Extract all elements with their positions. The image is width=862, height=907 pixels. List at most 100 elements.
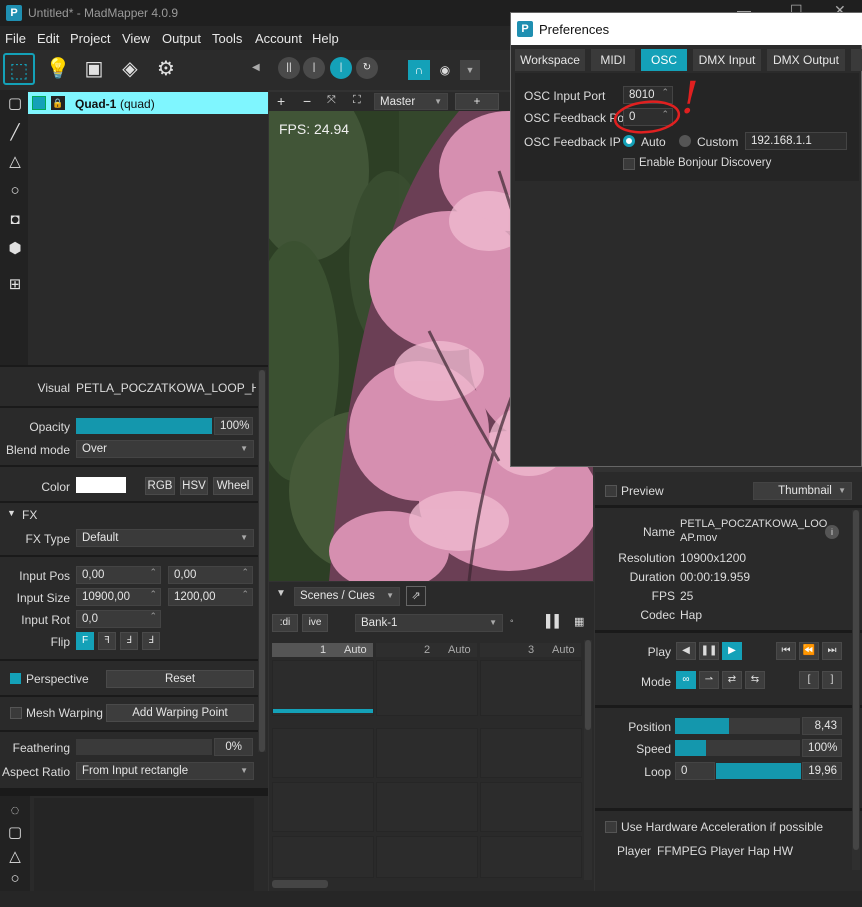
bank-dropdown[interactable]: Bank-1 <box>355 614 503 632</box>
mask-circle-icon[interactable]: ◌ <box>4 800 26 822</box>
menu-help[interactable]: Help <box>312 31 339 46</box>
tab-more[interactable] <box>851 49 862 71</box>
flip-v-button[interactable]: Ⅎ <box>120 632 138 650</box>
add-output-button[interactable]: + <box>455 93 499 110</box>
wheel-button[interactable]: Wheel <box>213 477 253 495</box>
cue-column-1-header[interactable]: 1 Auto <box>272 643 373 657</box>
mesh-warping-checkbox[interactable] <box>10 707 22 719</box>
tab-dmx-input[interactable]: DMX Input <box>693 49 761 71</box>
mask-ellipse-icon[interactable]: ○ <box>4 868 26 890</box>
play-backward-icon[interactable]: ◀ <box>676 642 696 660</box>
popout-icon[interactable]: ⇗ <box>406 586 426 606</box>
mask-triangle-icon[interactable]: △ <box>4 846 26 868</box>
visual-value[interactable]: PETLA_POCZATKOWA_LOOP_HAP.m <box>76 381 256 395</box>
cue-cell[interactable] <box>376 836 478 878</box>
fx-collapse-icon[interactable]: ▼ <box>7 508 16 518</box>
hw-accel-checkbox[interactable] <box>605 821 617 833</box>
input-pos-y[interactable]: 0,00 <box>168 566 253 584</box>
cue-cell[interactable] <box>376 782 478 832</box>
magnet-icon[interactable]: ∩ <box>408 60 430 80</box>
loop-mode-icon[interactable]: ∞ <box>676 671 696 689</box>
menu-file[interactable]: File <box>5 31 26 46</box>
add-line-icon[interactable]: ╱ <box>4 122 26 144</box>
collapse-left-icon[interactable]: ◀ <box>252 62 260 73</box>
cue-cell[interactable] <box>272 782 374 832</box>
tab-workspace[interactable]: Workspace <box>515 49 585 71</box>
go-end-icon[interactable]: ⏭ <box>822 642 842 660</box>
gear-icon[interactable]: ⚙ <box>150 53 182 85</box>
pause-icon[interactable]: ❚❚ <box>699 642 719 660</box>
custom-ip-field[interactable]: 192.168.1.1 <box>745 132 847 150</box>
scenes-hscrollbar[interactable] <box>272 880 328 888</box>
stop-all-button[interactable]: | <box>303 57 325 79</box>
add-quad-icon[interactable]: ▢ <box>4 93 26 115</box>
cue-cell[interactable] <box>272 836 374 878</box>
surface-mode-icon[interactable]: ⬚ <box>3 53 35 85</box>
cue-cell[interactable] <box>480 782 582 832</box>
input-size-h[interactable]: 1200,00 <box>168 588 253 606</box>
cue-column-2-header[interactable]: 2 Auto <box>376 643 477 657</box>
cubes-icon[interactable]: ◈ <box>114 53 146 85</box>
scrollbar-thumb[interactable] <box>259 370 265 752</box>
scenes-tab-di[interactable]: :di <box>272 614 298 632</box>
feathering-value[interactable]: 0% <box>214 738 253 756</box>
menu-view[interactable]: View <box>122 31 150 46</box>
properties-scrollbar[interactable] <box>258 370 266 752</box>
opacity-slider[interactable] <box>76 418 212 434</box>
out-point-icon[interactable]: ] <box>822 671 842 689</box>
position-value[interactable]: 8,43 <box>802 717 842 735</box>
flip-none-button[interactable]: F <box>76 632 94 650</box>
scrollbar-thumb[interactable] <box>585 640 591 730</box>
color-swatch[interactable] <box>76 477 126 493</box>
flip-hv-button[interactable]: Ⅎ <box>142 632 160 650</box>
hsv-button[interactable]: HSV <box>180 477 208 495</box>
lock-icon[interactable]: 🔒 <box>51 96 65 110</box>
menu-output[interactable]: Output <box>162 31 201 46</box>
input-pos-x[interactable]: 0,00 <box>76 566 161 584</box>
tab-osc[interactable]: OSC <box>641 49 687 71</box>
lightbulb-icon[interactable]: 💡 <box>42 53 74 85</box>
mask-quad-icon[interactable]: ▢ <box>4 822 26 844</box>
scenes-tab-ive[interactable]: ive <box>302 614 328 632</box>
menu-tools[interactable]: Tools <box>212 31 242 46</box>
surface-row-quad-1[interactable]: 🔒 Quad-1 (quad) <box>28 92 268 114</box>
fx-type-dropdown[interactable]: Default <box>76 529 254 547</box>
fullscreen-icon[interactable]: ⛶ <box>353 94 361 107</box>
play-all-button[interactable]: | <box>330 57 352 79</box>
projector-icon[interactable]: ▣ <box>78 53 110 85</box>
flip-h-button[interactable]: ꟻ <box>98 632 116 650</box>
menu-account[interactable]: Account <box>255 31 302 46</box>
tab-dmx-output[interactable]: DMX Output <box>767 49 845 71</box>
add-warping-point-button[interactable]: Add Warping Point <box>106 704 254 722</box>
add-circle-icon[interactable]: ○ <box>4 180 26 202</box>
speed-value[interactable]: 100% <box>802 739 842 757</box>
cue-cell[interactable] <box>480 836 582 878</box>
add-group-icon[interactable]: ⊞ <box>4 274 26 296</box>
loop-end-value[interactable]: 19,96 <box>802 762 842 780</box>
add-3d-object-icon[interactable]: ⬢ <box>4 238 26 260</box>
feathering-slider[interactable] <box>76 739 212 755</box>
cue-cell[interactable] <box>480 728 582 778</box>
zoom-in-icon[interactable]: + <box>277 93 285 109</box>
scenes-scrollbar[interactable] <box>584 640 592 880</box>
cue-column-3-header[interactable]: 3 Auto <box>480 643 581 657</box>
record-icon[interactable]: ◦ <box>510 616 514 627</box>
bonjour-checkbox[interactable] <box>623 158 635 170</box>
cue-cell[interactable] <box>272 660 374 716</box>
preview-checkbox[interactable] <box>605 485 617 497</box>
reset-button[interactable]: Reset <box>106 670 254 688</box>
scenes-cues-dropdown[interactable]: Scenes / Cues <box>294 587 400 606</box>
input-size-w[interactable]: 10900,00 <box>76 588 161 606</box>
opacity-value[interactable]: 100% <box>214 417 253 435</box>
scrollbar-thumb[interactable] <box>853 510 859 850</box>
go-start-icon[interactable]: ⏮ <box>776 642 796 660</box>
position-slider[interactable] <box>675 718 800 734</box>
aspect-ratio-dropdown[interactable]: From Input rectangle <box>76 762 254 780</box>
columns-icon[interactable]: ▌▌ <box>546 614 563 628</box>
info-icon[interactable]: i <box>825 525 839 539</box>
in-point-icon[interactable]: [ <box>799 671 819 689</box>
dropdown-arrow-icon[interactable]: ▼ <box>460 60 480 80</box>
menu-project[interactable]: Project <box>70 31 110 46</box>
scenes-collapse-icon[interactable]: ▼ <box>276 588 286 599</box>
loop-icon[interactable]: ↻ <box>356 57 378 79</box>
